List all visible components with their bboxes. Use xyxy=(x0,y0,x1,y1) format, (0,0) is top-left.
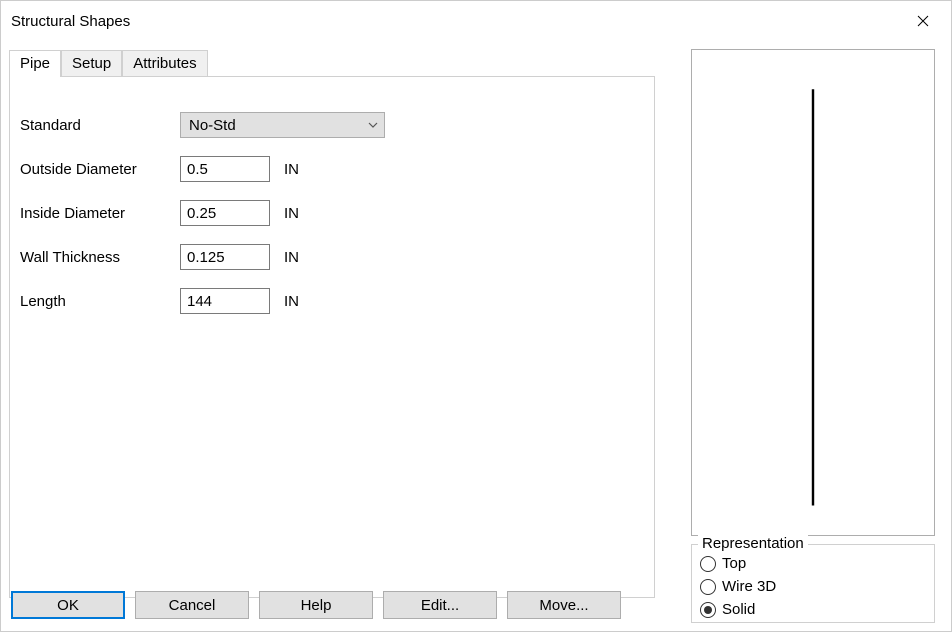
close-icon xyxy=(917,15,929,27)
edit-button[interactable]: Edit... xyxy=(383,591,497,619)
cancel-button[interactable]: Cancel xyxy=(135,591,249,619)
inside-diameter-row: Inside Diameter IN xyxy=(20,200,634,226)
length-unit: IN xyxy=(284,293,299,310)
radio-top[interactable]: Top xyxy=(700,555,926,572)
length-input[interactable] xyxy=(180,288,270,314)
standard-select[interactable]: No-Std xyxy=(180,112,385,138)
inside-diameter-unit: IN xyxy=(284,205,299,222)
titlebar: Structural Shapes xyxy=(1,1,951,41)
preview-panel xyxy=(691,49,935,536)
radio-wire3d[interactable]: Wire 3D xyxy=(700,578,926,595)
structural-shapes-dialog: Structural Shapes Pipe Setup Attributes … xyxy=(0,0,952,632)
chevron-down-icon xyxy=(368,122,378,128)
radio-label: Top xyxy=(722,555,746,572)
radio-icon xyxy=(700,556,716,572)
right-column: Representation Top Wire 3D Solid xyxy=(681,41,943,631)
button-label: Move... xyxy=(539,597,588,614)
help-button[interactable]: Help xyxy=(259,591,373,619)
length-label: Length xyxy=(20,293,180,310)
button-row: OK Cancel Help Edit... Move... xyxy=(11,591,621,619)
inside-diameter-input[interactable] xyxy=(180,200,270,226)
length-row: Length IN xyxy=(20,288,634,314)
inside-diameter-label: Inside Diameter xyxy=(20,205,180,222)
wall-thickness-unit: IN xyxy=(284,249,299,266)
standard-row: Standard No-Std xyxy=(20,112,634,138)
wall-thickness-row: Wall Thickness IN xyxy=(20,244,634,270)
outside-diameter-input[interactable] xyxy=(180,156,270,182)
wall-thickness-label: Wall Thickness xyxy=(20,249,180,266)
standard-label: Standard xyxy=(20,117,180,134)
button-label: Edit... xyxy=(421,597,459,614)
representation-title: Representation xyxy=(698,535,808,552)
radio-label: Wire 3D xyxy=(722,578,776,595)
outside-diameter-label: Outside Diameter xyxy=(20,161,180,178)
tab-strip: Pipe Setup Attributes xyxy=(9,50,208,76)
move-button[interactable]: Move... xyxy=(507,591,621,619)
radio-icon xyxy=(700,579,716,595)
pipe-preview-icon xyxy=(692,50,934,535)
dialog-title: Structural Shapes xyxy=(11,13,130,30)
ok-button[interactable]: OK xyxy=(11,591,125,619)
representation-group: Representation Top Wire 3D Solid xyxy=(691,544,935,623)
radio-label: Solid xyxy=(722,601,755,618)
button-label: Cancel xyxy=(169,597,216,614)
tab-label: Attributes xyxy=(133,55,196,72)
tab-attributes[interactable]: Attributes xyxy=(122,50,207,76)
left-column: Pipe Setup Attributes Standard No-Std Ou… xyxy=(1,41,681,631)
radio-icon xyxy=(700,602,716,618)
standard-value: No-Std xyxy=(189,117,236,134)
wall-thickness-input[interactable] xyxy=(180,244,270,270)
tab-body: Standard No-Std Outside Diameter IN Insi… xyxy=(10,77,654,352)
dialog-content: Pipe Setup Attributes Standard No-Std Ou… xyxy=(1,41,951,631)
outside-diameter-unit: IN xyxy=(284,161,299,178)
tab-label: Setup xyxy=(72,55,111,72)
outside-diameter-row: Outside Diameter IN xyxy=(20,156,634,182)
tab-setup[interactable]: Setup xyxy=(61,50,122,76)
tab-container: Pipe Setup Attributes Standard No-Std Ou… xyxy=(9,76,655,598)
radio-solid[interactable]: Solid xyxy=(700,601,926,618)
button-label: Help xyxy=(301,597,332,614)
close-button[interactable] xyxy=(895,1,951,41)
tab-pipe[interactable]: Pipe xyxy=(9,50,61,76)
button-label: OK xyxy=(57,597,79,614)
tab-label: Pipe xyxy=(20,55,50,72)
